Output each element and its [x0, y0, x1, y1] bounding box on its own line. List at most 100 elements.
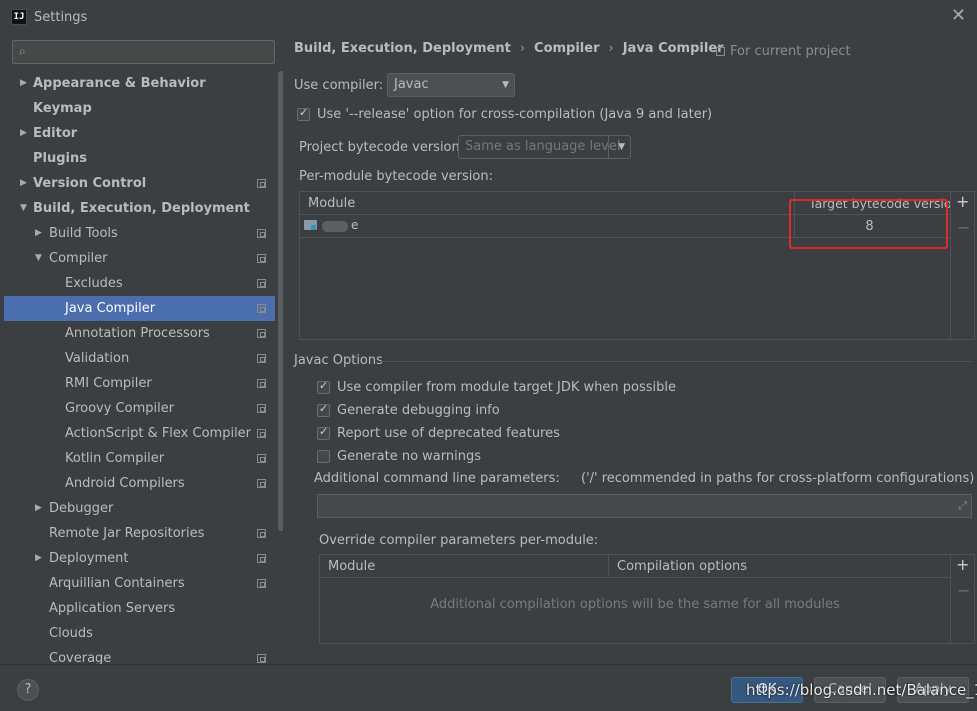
- use-compiler-select[interactable]: Javac ▼: [387, 73, 515, 97]
- sidebar-item-build-tools[interactable]: ▶ Build Tools: [4, 221, 275, 246]
- sidebar-item-editor[interactable]: ▶ Editor: [4, 121, 275, 146]
- sidebar-item-clouds[interactable]: Clouds: [4, 621, 275, 646]
- project-scope-icon: [257, 554, 266, 563]
- dialog-button-bar: ? OK Cancel Apply https://blog.csdn.net/…: [0, 664, 977, 711]
- minus-icon[interactable]: −: [957, 220, 970, 236]
- sidebar-item-kotlin-compiler[interactable]: Kotlin Compiler: [4, 446, 275, 471]
- sidebar-item-deployment[interactable]: ▶ Deployment: [4, 546, 275, 571]
- chevron-down-icon[interactable]: ▼: [35, 246, 42, 271]
- chevron-right-icon[interactable]: ▶: [35, 496, 42, 521]
- no-warnings-label: Generate no warnings: [337, 449, 482, 464]
- table-toolbar: + −: [950, 555, 974, 643]
- sidebar-item-label: Plugins: [33, 151, 87, 166]
- plus-icon[interactable]: +: [956, 194, 969, 210]
- sidebar-item-label: RMI Compiler: [65, 376, 152, 391]
- sidebar-item-label: Version Control: [33, 176, 147, 191]
- project-scope-icon: [257, 429, 266, 438]
- sidebar-item-label: Annotation Processors: [65, 326, 210, 341]
- table-header: Module Compilation options: [320, 555, 974, 578]
- module-folder-icon: [304, 220, 317, 230]
- group-divider: [380, 361, 972, 362]
- project-scope-icon: [257, 354, 266, 363]
- additional-params-hint: ('/' recommended in paths for cross-plat…: [581, 471, 975, 486]
- deprecated-features-checkbox[interactable]: [317, 425, 330, 440]
- chevron-right-icon[interactable]: ▶: [20, 121, 27, 146]
- sidebar-item-groovy-compiler[interactable]: Groovy Compiler: [4, 396, 275, 421]
- project-scope-icon: [257, 379, 266, 388]
- breadcrumb-separator: ›: [608, 41, 614, 56]
- sidebar-item-java-compiler[interactable]: Java Compiler: [4, 296, 275, 321]
- sidebar-item-actionscript-flex-compiler[interactable]: ActionScript & Flex Compiler: [4, 421, 275, 446]
- sidebar-item-label: Clouds: [49, 626, 93, 641]
- release-option-checkbox[interactable]: [297, 106, 310, 121]
- project-bytecode-select[interactable]: Same as language level ▼: [458, 135, 631, 159]
- use-compiler-label: Use compiler:: [294, 78, 384, 93]
- close-icon[interactable]: ✕: [951, 7, 966, 25]
- module-target-jdk-checkbox[interactable]: [317, 379, 330, 394]
- sidebar-item-coverage[interactable]: Coverage: [4, 646, 275, 664]
- sidebar-item-label: Compiler: [49, 251, 108, 266]
- chevron-right-icon[interactable]: ▶: [35, 546, 42, 571]
- title-bar: IJ Settings ✕: [0, 0, 977, 36]
- sidebar-item-keymap[interactable]: Keymap: [4, 96, 275, 121]
- sidebar-item-debugger[interactable]: ▶ Debugger: [4, 496, 275, 521]
- minus-icon[interactable]: −: [957, 583, 970, 599]
- sidebar-item-compiler[interactable]: ▼ Compiler: [4, 246, 275, 271]
- project-scope-icon: [257, 454, 266, 463]
- sidebar-item-validation[interactable]: Validation: [4, 346, 275, 371]
- sidebar-item-rmi-compiler[interactable]: RMI Compiler: [4, 371, 275, 396]
- empty-table-text: Additional compilation options will be t…: [430, 597, 840, 612]
- expand-icon[interactable]: ⤢: [958, 499, 967, 513]
- deprecated-features-label: Report use of deprecated features: [337, 426, 560, 441]
- watermark-text: https://blog.csdn.net/Balance_1: [746, 681, 977, 699]
- sidebar-item-excludes[interactable]: Excludes: [4, 271, 275, 296]
- chevron-down-icon: ▼: [618, 142, 625, 152]
- sidebar-item-label: Build, Execution, Deployment: [33, 201, 250, 216]
- sidebar-item-annotation-processors[interactable]: Annotation Processors: [4, 321, 275, 346]
- javac-options-title: Javac Options: [294, 353, 383, 368]
- help-button[interactable]: ?: [17, 679, 39, 701]
- chevron-right-icon[interactable]: ▶: [20, 171, 27, 196]
- project-scope-icon: [257, 654, 266, 663]
- sidebar-item-application-servers[interactable]: Application Servers: [4, 596, 275, 621]
- debugging-info-checkbox[interactable]: [317, 402, 330, 417]
- chevron-down-icon[interactable]: ▼: [20, 196, 27, 221]
- project-scope-icon: [257, 479, 266, 488]
- additional-params-input[interactable]: ⤢: [317, 494, 972, 518]
- project-scope-icon: [257, 179, 266, 188]
- sidebar-item-android-compilers[interactable]: Android Compilers: [4, 471, 275, 496]
- sidebar-item-label: Debugger: [49, 501, 114, 516]
- no-warnings-checkbox[interactable]: [317, 450, 330, 463]
- project-icon: [716, 47, 725, 56]
- module-target-jdk-label: Use compiler from module target JDK when…: [337, 380, 676, 395]
- per-module-label: Per-module bytecode version:: [299, 169, 493, 184]
- breadcrumb-item: Build, Execution, Deployment: [294, 41, 511, 56]
- sidebar-item-label: Deployment: [49, 551, 129, 566]
- project-scope-icon: [257, 254, 266, 263]
- column-header-module[interactable]: Module: [300, 192, 795, 215]
- sidebar-item-build-execution-deployment[interactable]: ▼ Build, Execution, Deployment: [4, 196, 275, 221]
- override-params-table: Module Compilation options Additional co…: [319, 554, 975, 644]
- for-project-label: For current project: [730, 44, 851, 59]
- chevron-down-icon: ▼: [502, 80, 509, 90]
- sidebar-item-plugins[interactable]: Plugins: [4, 146, 275, 171]
- sidebar-item-label: Java Compiler: [65, 301, 156, 316]
- sidebar-item-label: Editor: [33, 126, 78, 141]
- breadcrumb-item: Compiler: [534, 41, 600, 56]
- for-current-project-note: For current project: [716, 44, 851, 59]
- sidebar-item-label: Appearance & Behavior: [33, 76, 206, 91]
- column-header-module[interactable]: Module: [320, 555, 609, 578]
- search-input[interactable]: ⌕: [12, 40, 275, 64]
- sidebar-item-arquillian-containers[interactable]: Arquillian Containers: [4, 571, 275, 596]
- chevron-right-icon[interactable]: ▶: [35, 221, 42, 246]
- sidebar-item-appearance-behavior[interactable]: ▶ Appearance & Behavior: [4, 71, 275, 96]
- column-header-compilation-options[interactable]: Compilation options: [609, 555, 952, 578]
- chevron-right-icon[interactable]: ▶: [20, 71, 27, 96]
- highlight-annotation: [789, 199, 948, 249]
- sidebar-item-label: Application Servers: [49, 601, 176, 616]
- sidebar-item-label: Coverage: [49, 651, 112, 664]
- plus-icon[interactable]: +: [956, 557, 969, 573]
- sidebar-item-remote-jar-repositories[interactable]: Remote Jar Repositories: [4, 521, 275, 546]
- sidebar-item-version-control[interactable]: ▶ Version Control: [4, 171, 275, 196]
- sidebar-item-label: Groovy Compiler: [65, 401, 175, 416]
